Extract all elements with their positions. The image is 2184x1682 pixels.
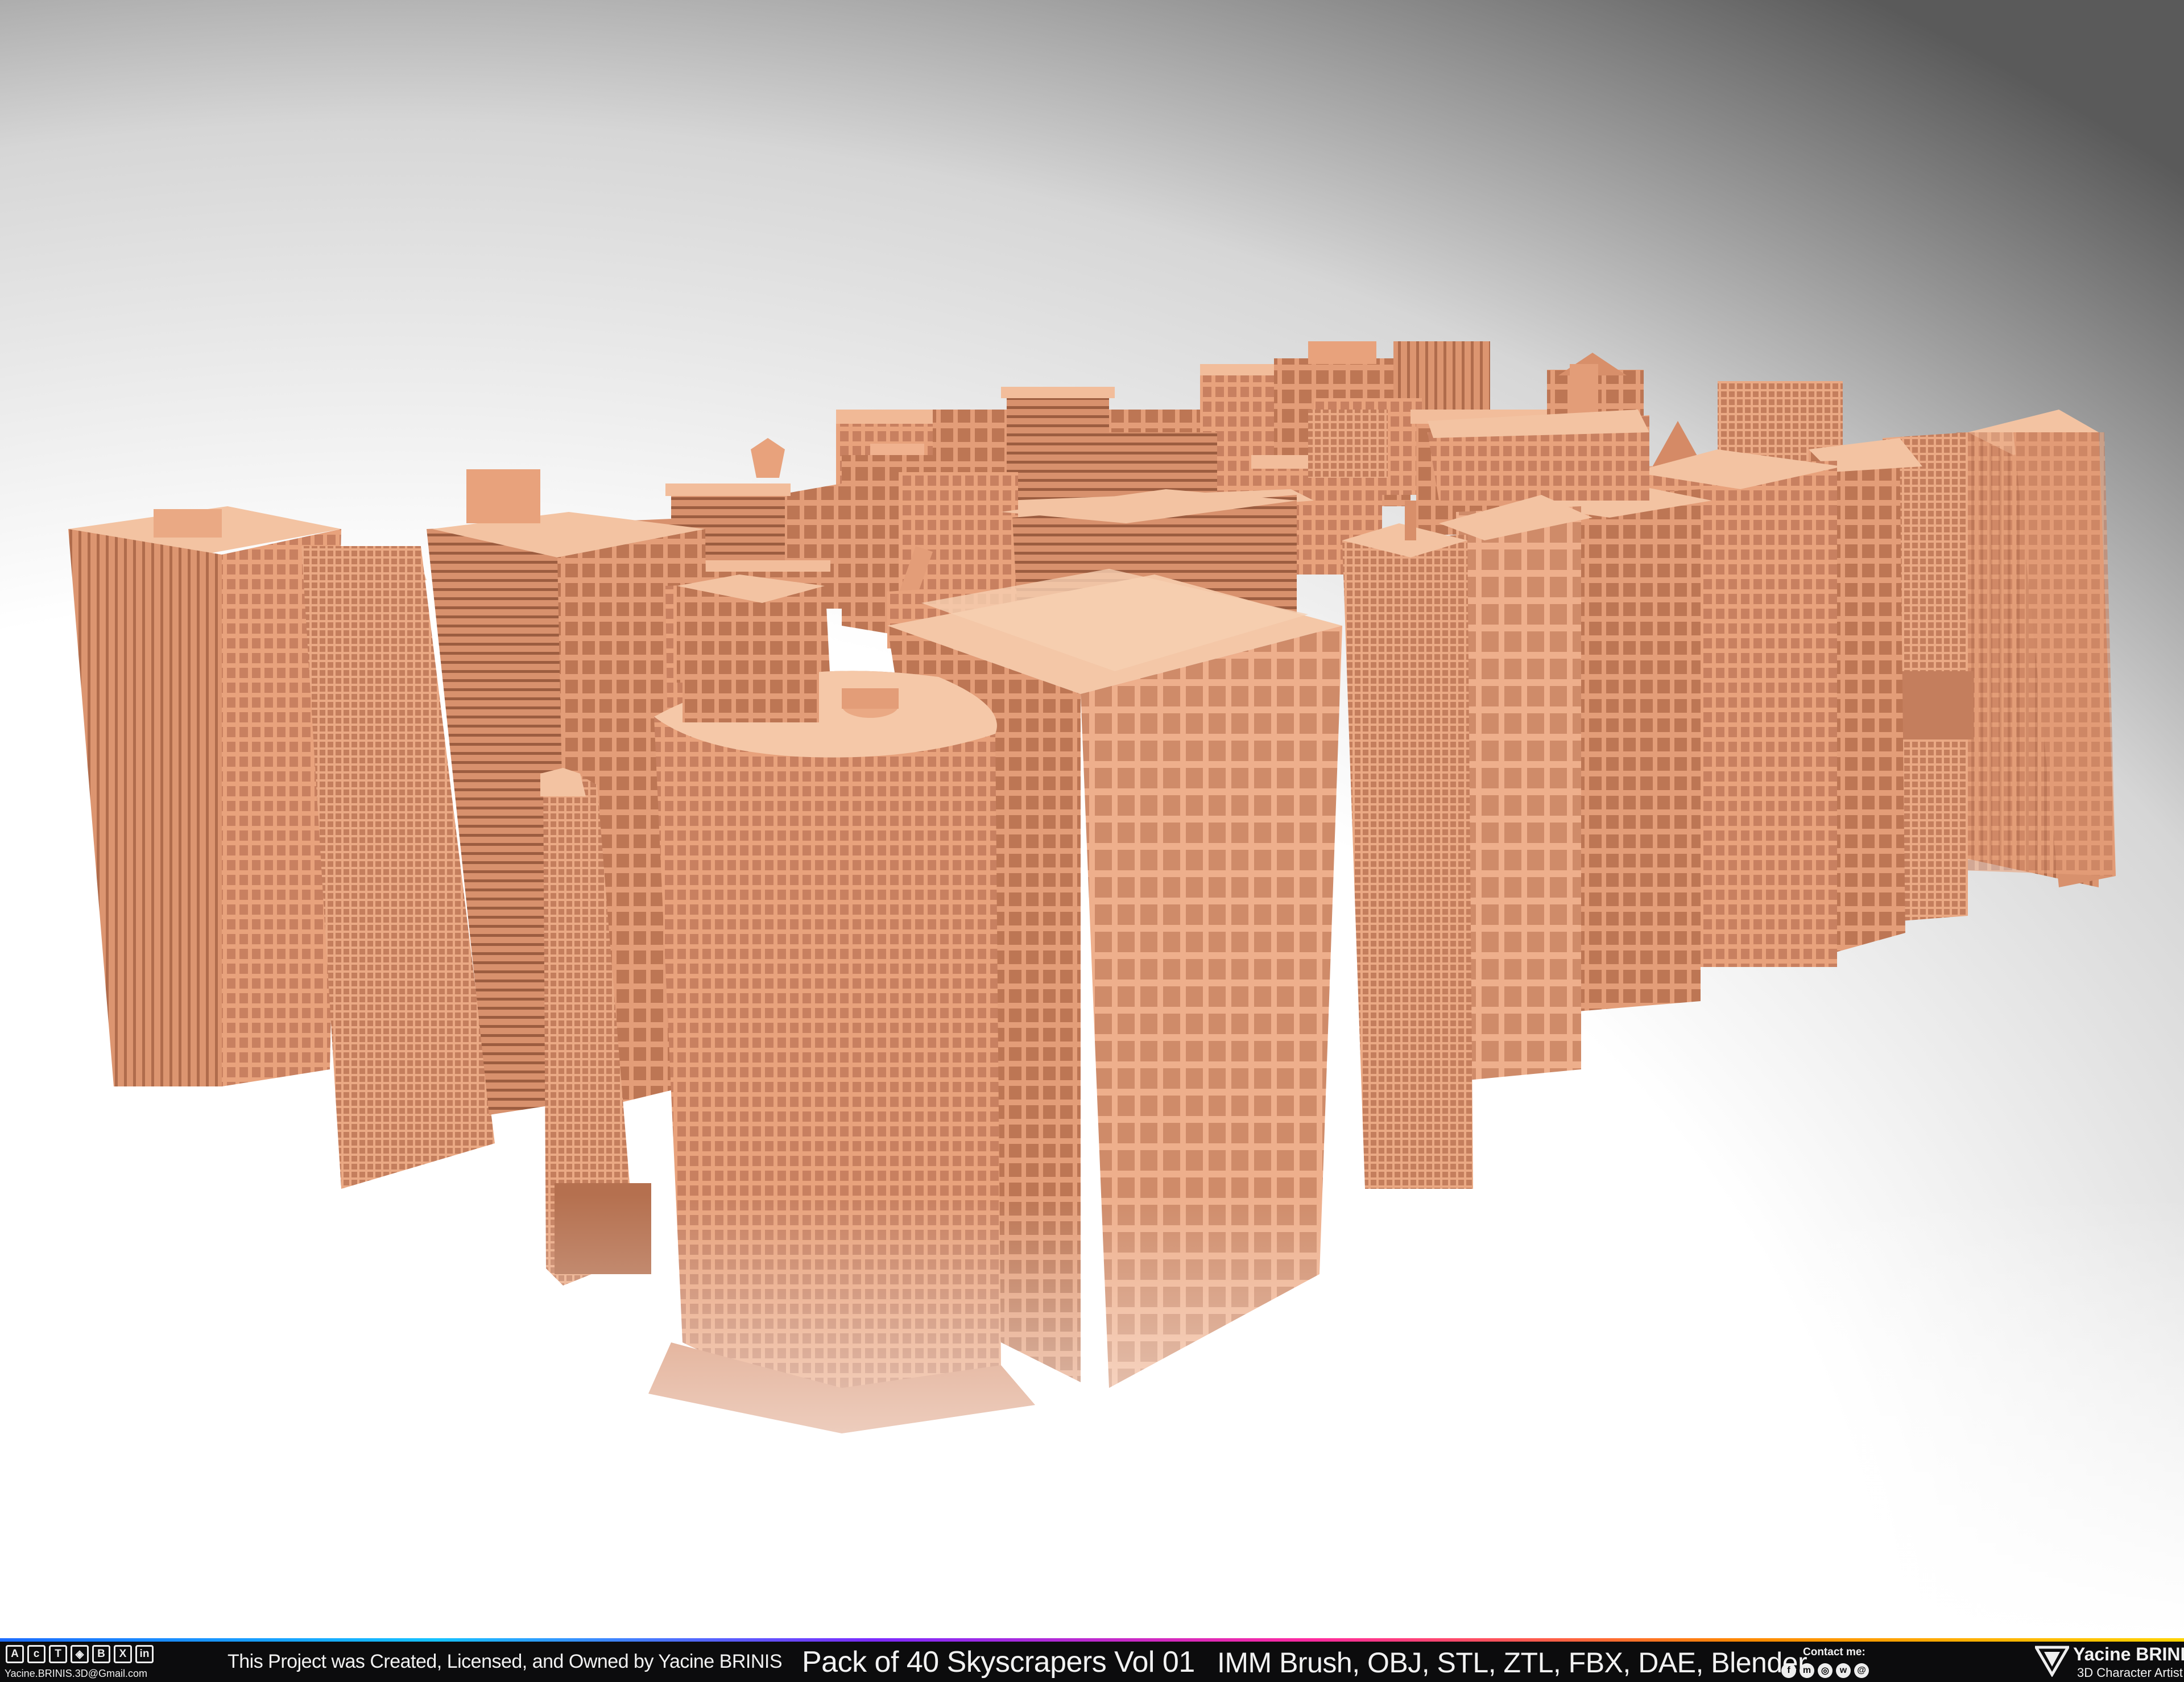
contact-label: Contact me: [1803, 1646, 1866, 1658]
floor-reflection [0, 1195, 2184, 1638]
artstation-icon[interactable]: A [6, 1645, 24, 1663]
project-title: Pack of 40 Skyscrapers Vol 01 [802, 1646, 1195, 1679]
messenger-icon[interactable]: m [1800, 1663, 1814, 1678]
linkedin-icon[interactable]: in [135, 1645, 154, 1663]
turbosquid-icon[interactable]: T [49, 1645, 67, 1663]
cgtrader-icon[interactable]: c [27, 1645, 46, 1663]
sketchfab-icon[interactable]: ◈ [71, 1645, 89, 1663]
render-canvas [0, 0, 2184, 1638]
email-text[interactable]: Yacine.BRINIS.3D@Gmail.com [5, 1668, 147, 1680]
rainbow-stripe [0, 1638, 2184, 1642]
social-icon-row: A c T ◈ B X in [6, 1645, 154, 1663]
footer-bar: A c T ◈ B X in Yacine.BRINIS.3D@Gmail.co… [0, 1638, 2184, 1682]
instagram-icon[interactable]: ◎ [1818, 1663, 1833, 1678]
formats-text: IMM Brush, OBJ, STL, ZTL, FBX, DAE, Blen… [1217, 1647, 1807, 1679]
author-name: Yacine BRINIS [2073, 1644, 2184, 1664]
ownership-text: This Project was Created, Licensed, and … [228, 1651, 783, 1672]
whatsapp-icon[interactable]: w [1836, 1663, 1851, 1678]
email-icon[interactable]: @ [1854, 1663, 1869, 1678]
author-logo-icon [2035, 1646, 2069, 1677]
x-icon[interactable]: X [114, 1645, 132, 1663]
facebook-icon[interactable]: f [1781, 1663, 1796, 1678]
contact-icon-row: f m ◎ w @ [1781, 1663, 1869, 1678]
behance-icon[interactable]: B [92, 1645, 110, 1663]
author-role: 3D Character Artist [2077, 1666, 2183, 1680]
